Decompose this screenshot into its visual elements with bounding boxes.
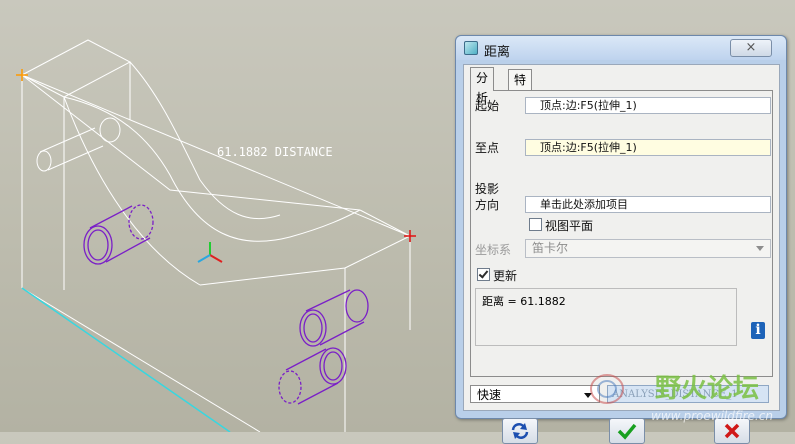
coord-system-value: 笛卡尔 <box>532 241 569 255</box>
update-checkbox[interactable] <box>477 268 490 281</box>
coord-system-select[interactable]: 笛卡尔 <box>525 239 771 258</box>
result-box: 距离 = 61.1882 <box>475 288 737 346</box>
close-button[interactable]: × <box>730 39 772 57</box>
distance-dialog: 距离 × 分析 特征 起始 顶点:边:F5(拉伸_1) 至点 顶点:边:F5(拉… <box>455 35 787 444</box>
dialog-title: 距离 <box>484 45 511 60</box>
vertex-marker-end-icon <box>404 230 416 242</box>
tab-feature[interactable]: 特征 <box>508 69 533 107</box>
dialog-app-icon <box>464 41 478 55</box>
view-plane-label: 视图平面 <box>545 219 594 233</box>
vertex-marker-start-icon <box>16 69 28 81</box>
refresh-icon <box>511 423 529 439</box>
datum-edge <box>21 287 231 432</box>
analysis-panel: 起始 顶点:边:F5(拉伸_1) 至点 顶点:边:F5(拉伸_1) 投影 方向 … <box>470 90 773 377</box>
tab-analysis[interactable]: 分析 <box>470 67 495 105</box>
distance-dimension-label: 61.1882 DISTANCE <box>217 145 333 159</box>
forum-watermark: 野火论坛 www.proewildfire.cn <box>590 374 773 423</box>
model-wireframe <box>21 39 411 432</box>
dialog-body: 分析 特征 起始 顶点:边:F5(拉伸_1) 至点 顶点:边:F5(拉伸_1) … <box>463 64 780 444</box>
projection-direction-field[interactable]: 单击此处添加项目 <box>525 196 771 213</box>
projection-label: 投影 <box>475 182 500 196</box>
speed-mode-value: 快速 <box>477 388 502 402</box>
to-field[interactable]: 顶点:边:F5(拉伸_1) <box>525 139 771 156</box>
distance-result-text: 距离 = 61.1882 <box>482 295 566 308</box>
watermark-title: 野火论坛 <box>655 374 759 404</box>
chevron-down-icon <box>756 246 764 251</box>
dialog-titlebar[interactable]: 距离 × <box>456 36 786 60</box>
info-icon[interactable]: i <box>751 322 765 339</box>
coordinate-triad-icon <box>197 242 223 263</box>
watermark-url: www.proewildfire.cn <box>651 409 773 423</box>
repeat-analysis-button[interactable] <box>502 418 538 444</box>
coord-system-label: 坐标系 <box>475 243 512 257</box>
update-label: 更新 <box>493 269 518 283</box>
close-icon: × <box>745 40 757 55</box>
speed-mode-select[interactable]: 快速 <box>470 385 600 403</box>
from-field[interactable]: 顶点:边:F5(拉伸_1) <box>525 97 771 114</box>
direction-label: 方向 <box>475 198 500 212</box>
view-plane-checkbox[interactable] <box>529 218 542 231</box>
to-label: 至点 <box>475 141 500 155</box>
